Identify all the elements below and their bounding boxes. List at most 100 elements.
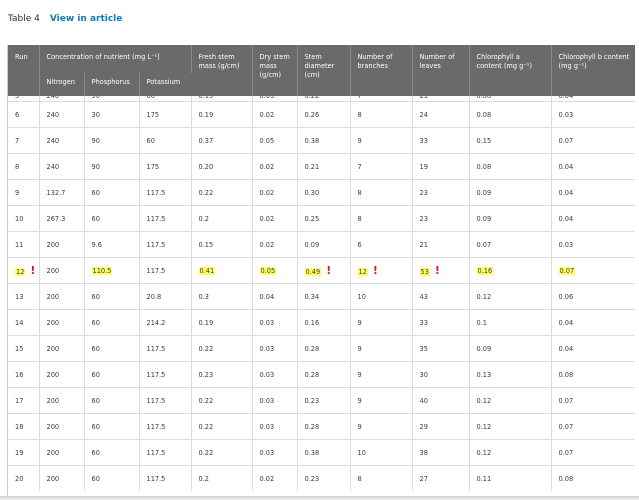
table-row: 20 200 60 117.5 0.2 0.02 0.23 8 27 0.11 0.08 <box>8 465 635 491</box>
view-in-article-link[interactable]: View in article <box>50 14 123 24</box>
cell-value: 0.08 <box>476 110 492 119</box>
cell-fresh-mass: 0.2 <box>191 465 253 491</box>
cell-value: 0.20 <box>198 162 214 171</box>
cell-fresh-mass: 0.22 <box>191 413 253 440</box>
cell-value: 240 <box>46 136 60 145</box>
cell-phosphorus: 60 <box>84 309 140 336</box>
cell-value: 0.02 <box>259 162 275 171</box>
cell-value: 12 <box>357 268 368 276</box>
cell-potassium: 175 <box>139 101 192 128</box>
cell-value: 0.12 <box>476 396 492 405</box>
cell-leaves: 35 <box>412 335 470 362</box>
cell-value: 0.23 <box>304 474 320 483</box>
cell-leaves: 53! <box>412 257 470 284</box>
cell-value: 0.21 <box>304 162 320 171</box>
cell-value: 0.41 <box>198 266 216 275</box>
cell-value: 0.03 <box>259 370 275 379</box>
cell-chlorophyll-b: 0.03 <box>551 231 635 258</box>
cell-value: 0.07 <box>558 266 576 275</box>
cell-value: 0.02 <box>259 214 275 223</box>
cell-value: 0.09 <box>476 214 492 223</box>
cell-dry-mass: 0.02 <box>252 153 298 180</box>
cell-nitrogen: 267.3 <box>39 205 85 232</box>
cell-run: 7 <box>8 127 40 154</box>
cell-chlorophyll-a: 0.15 <box>469 127 552 154</box>
cell-dry-mass: 0.02 <box>252 179 298 206</box>
cell-phosphorus: 60 <box>84 205 140 232</box>
cell-potassium: 117.5 <box>139 335 192 362</box>
cell-value: 117.5 <box>146 370 166 379</box>
cell-value: 9 <box>15 188 20 197</box>
table-row: 15 200 60 117.5 0.22 0.03 0.28 9 35 0.09 0.04 <box>8 335 635 362</box>
cell-value: 0.02 <box>259 188 275 197</box>
cell-run: 9 <box>8 179 40 206</box>
cell-leaves: 29 <box>412 413 470 440</box>
cell-leaves: 33 <box>412 309 470 336</box>
cell-value: 240 <box>46 162 60 171</box>
cell-value: 117.5 <box>146 396 166 405</box>
cell-dry-mass: 0.02 <box>252 465 298 491</box>
cell-value: 200 <box>46 422 60 431</box>
cell-value: 16 <box>15 370 24 379</box>
cell-value: 60 <box>91 422 100 431</box>
cell-value: 0.26 <box>304 110 320 119</box>
cell-value: 0.03 <box>259 448 275 457</box>
cell-branches: 8 <box>350 205 413 232</box>
cell-stem-diameter: 0.23 <box>297 465 351 491</box>
cell-branches: 8 <box>350 465 413 491</box>
cell-value: 267.3 <box>46 214 66 223</box>
cell-leaves: 23 <box>412 179 470 206</box>
cell-value: 0.16 <box>304 318 320 327</box>
table-row: 12! 200 110.5 117.5 0.41 0.05 0.49! 12! 53! 0.16 0… <box>8 257 635 284</box>
exclamation-mark-icon: ! <box>326 264 332 277</box>
cell-value: 60 <box>91 344 100 353</box>
cell-value: 33 <box>419 136 428 145</box>
cell-value: 175 <box>146 162 160 171</box>
table-scroll-area[interactable]: Run Concentration of nutrient (mg L⁻¹) F… <box>7 45 636 497</box>
cell-value: 0.04 <box>259 292 275 301</box>
col-header-nutrient-group: Concentration of nutrient (mg L⁻¹) <box>39 45 192 73</box>
cell-potassium: 117.5 <box>139 205 192 232</box>
cell-value: 0.09 <box>304 240 320 249</box>
cell-value: 19 <box>15 448 24 457</box>
cell-potassium: 117.5 <box>139 231 192 258</box>
cell-value: 0.15 <box>198 240 214 249</box>
cell-dry-mass: 0.03 <box>252 439 298 466</box>
cell-value: 0.03 <box>259 344 275 353</box>
cell-dry-mass: 0.05 <box>252 257 298 284</box>
cell-stem-diameter: 0.16 <box>297 309 351 336</box>
cell-nitrogen: 200 <box>39 361 85 388</box>
cell-fresh-mass: 0.37 <box>191 127 253 154</box>
cell-chlorophyll-b: 0.07 <box>551 127 635 154</box>
cell-value: 0.19 <box>198 110 214 119</box>
cell-value: 10 <box>357 292 366 301</box>
cell-chlorophyll-a: 0.12 <box>469 439 552 466</box>
cell-value: 0.22 <box>198 422 214 431</box>
cell-phosphorus: 60 <box>84 335 140 362</box>
table-label: Table 4 <box>8 14 40 24</box>
cell-phosphorus: 30 <box>84 101 140 128</box>
cell-branches: 9 <box>350 309 413 336</box>
cell-run: 8 <box>8 153 40 180</box>
cell-value: 35 <box>419 344 428 353</box>
cell-run: 20 <box>8 465 40 491</box>
table-row: 19 200 60 117.5 0.22 0.03 0.38 10 38 0.12 0.07 <box>8 439 635 466</box>
cell-value: 0.3 <box>198 292 210 301</box>
cell-value: 0.03 <box>259 96 275 100</box>
cell-potassium: 117.5 <box>139 465 192 491</box>
cell-value: 0.22 <box>198 396 214 405</box>
cell-value: 0.09 <box>476 188 492 197</box>
cell-nitrogen: 200 <box>39 465 85 491</box>
cell-value: 117.5 <box>146 214 166 223</box>
cell-value: 117.5 <box>146 240 166 249</box>
cell-chlorophyll-a: 0.12 <box>469 413 552 440</box>
cell-value: 0.08 <box>476 162 492 171</box>
cell-leaves: 30 <box>412 361 470 388</box>
cell-chlorophyll-b: 0.03 <box>551 101 635 128</box>
table-row: 7 240 90 60 0.37 0.05 0.38 9 33 0.15 0.07 <box>8 127 635 154</box>
cell-value: 132.7 <box>46 188 66 197</box>
cell-chlorophyll-a: 0.13 <box>469 361 552 388</box>
cell-branches: 6 <box>350 231 413 258</box>
cell-value: 0.03 <box>259 422 275 431</box>
cell-chlorophyll-a: 0.09 <box>469 179 552 206</box>
